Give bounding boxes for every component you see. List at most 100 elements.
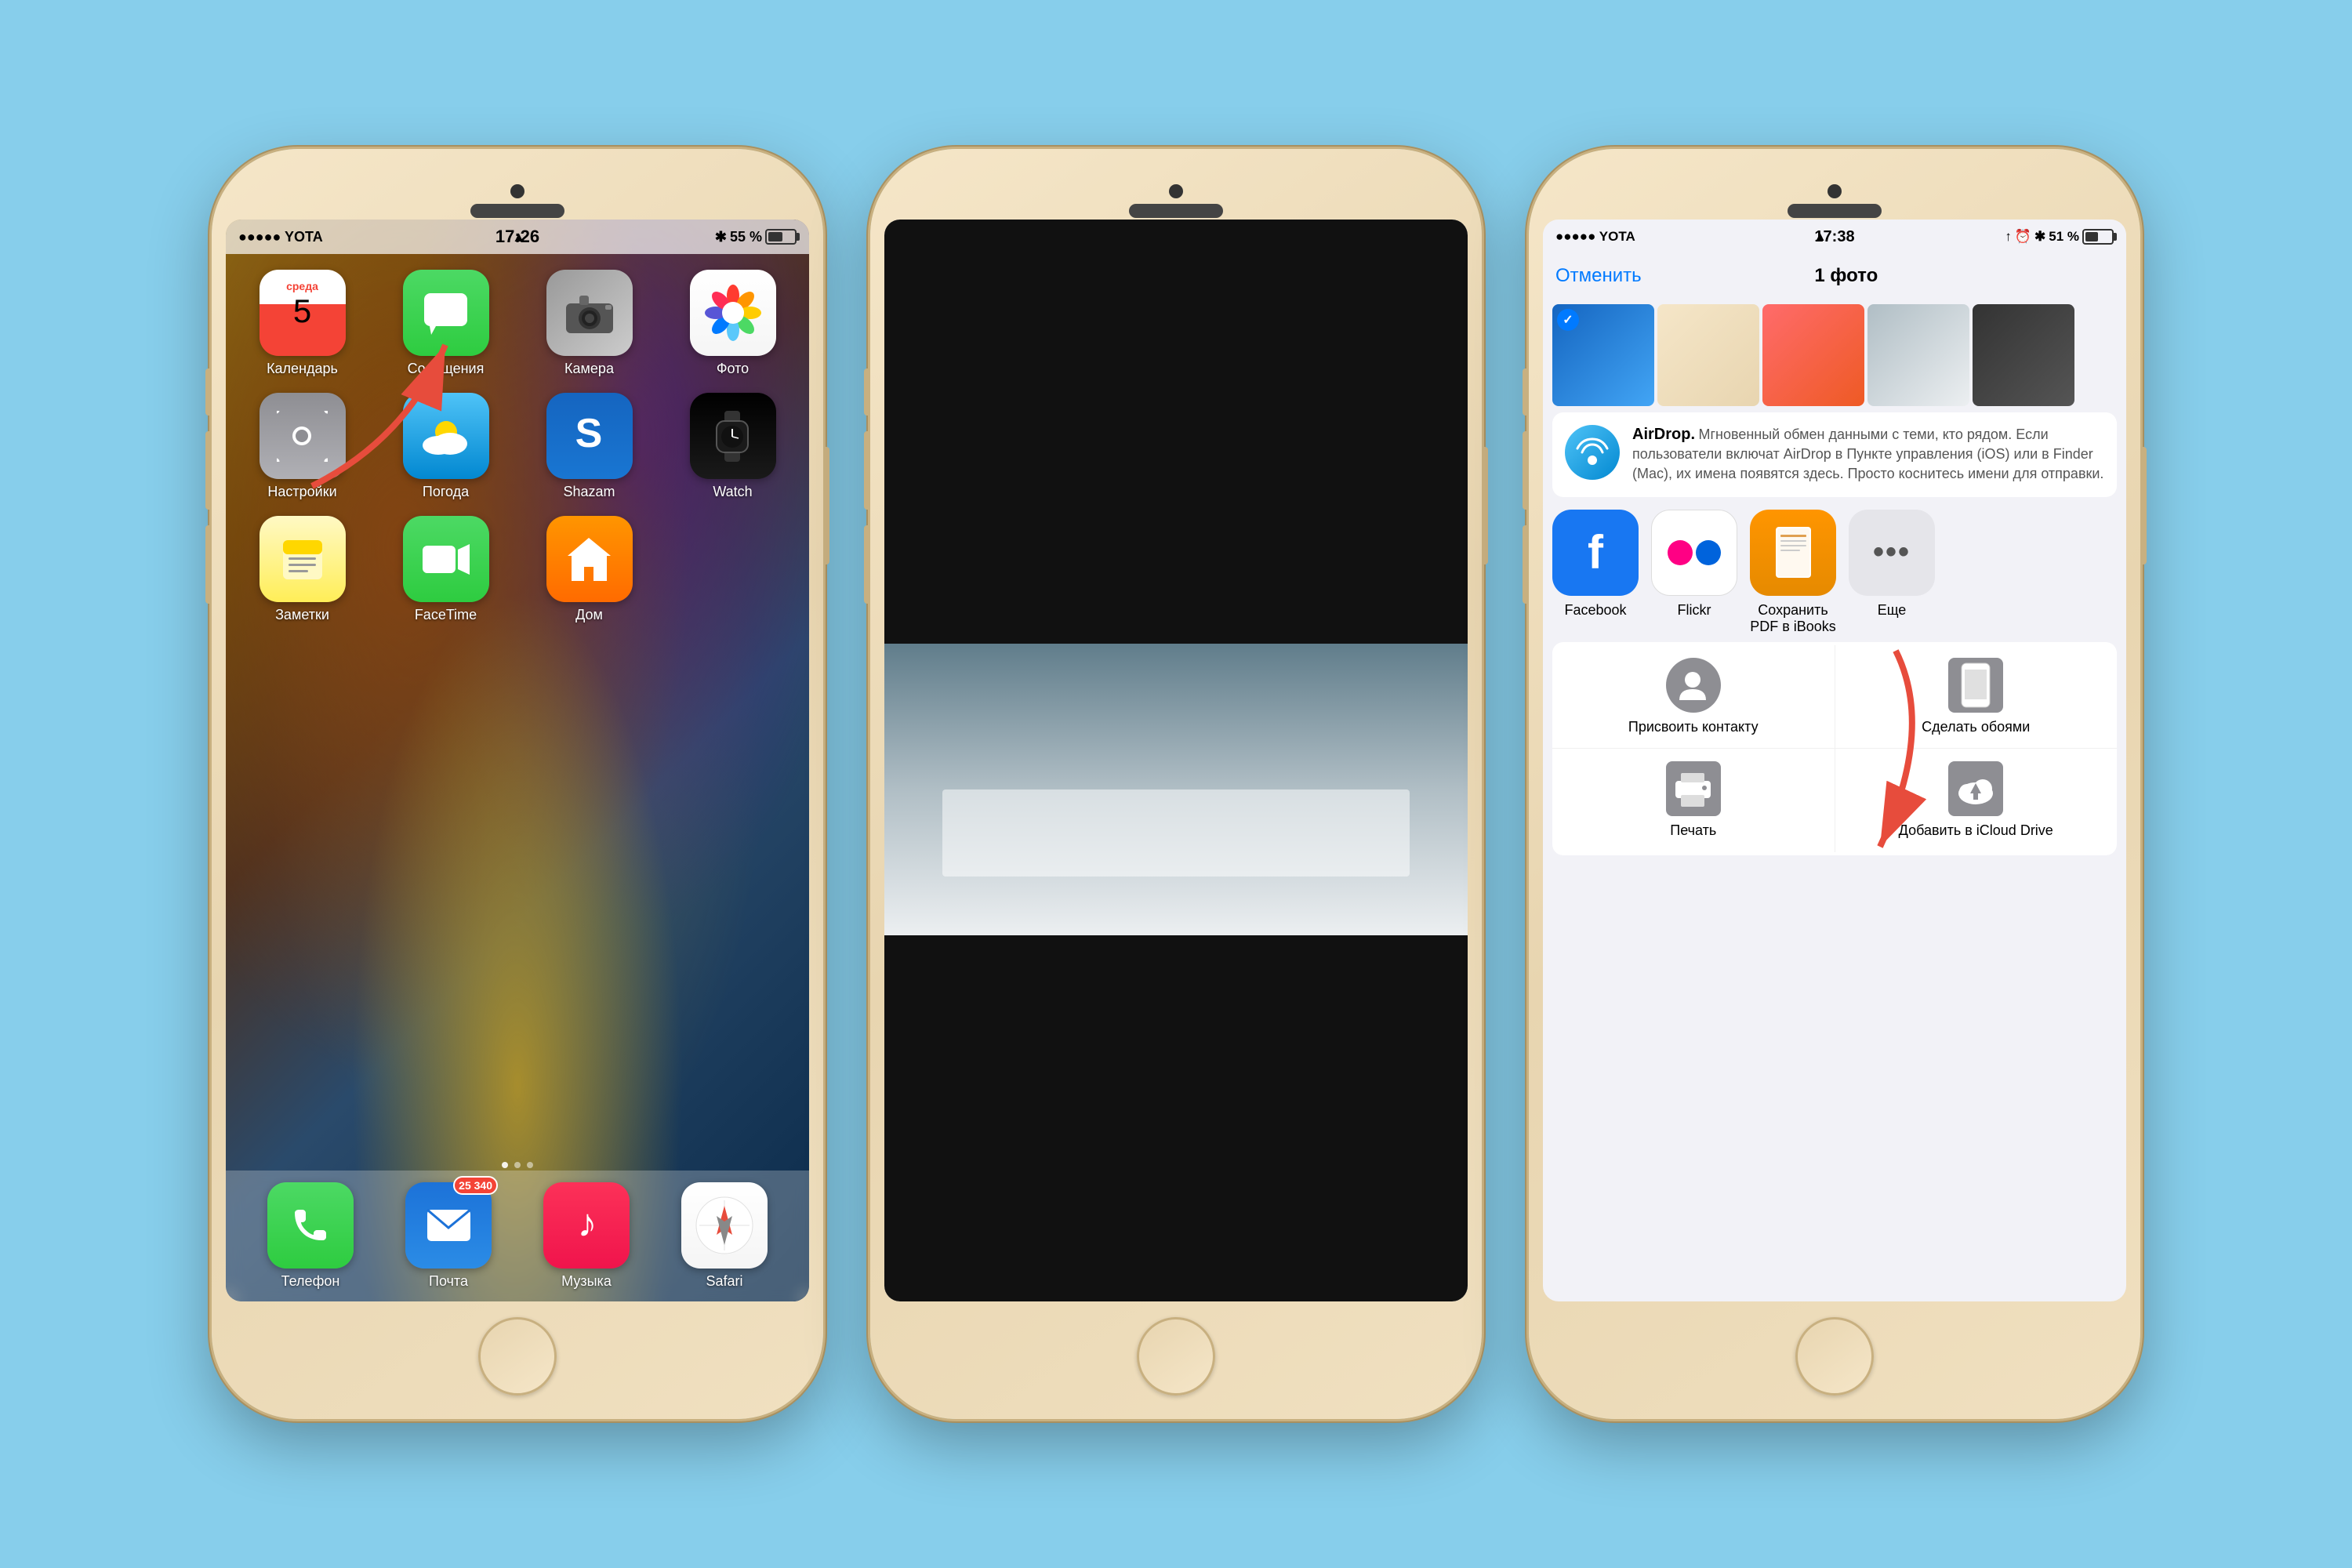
app-home[interactable]: Дом [525,516,653,623]
app-facetime[interactable]: FaceTime [382,516,510,623]
front-camera-3 [1828,184,1842,198]
wallpaper-label: Сделать обоями [1922,719,2030,736]
strip-photo-1[interactable]: ✓ [1552,304,1654,406]
bt-icon-3: ✱ [2034,229,2045,245]
dock-safari[interactable]: Safari [681,1182,768,1290]
strip-photo-4[interactable] [1867,304,1969,406]
app-camera[interactable]: Камера [525,270,653,377]
share-facebook[interactable]: f Facebook [1552,510,1639,636]
more-label: Еще [1878,602,1907,619]
photo-snow[interactable] [884,644,1468,935]
dock: Телефон 25 340 Почта [226,1171,809,1301]
page-dot-2 [514,1162,521,1168]
messages-label: Сообщения [408,361,485,377]
strip-photo-3[interactable] [1762,304,1864,406]
phone-3: ●●●●● YOTA ▲ 17:38 ↑ ⏰ ✱ 51 % Отменить 1… [1529,149,2140,1419]
facetime-icon [403,516,489,602]
home-button-2[interactable] [1137,1317,1215,1396]
assign-contact-icon [1666,658,1721,713]
flickr-icon [1651,510,1737,596]
messages-icon [403,270,489,356]
mute-button-2[interactable] [864,368,870,416]
mute-button[interactable] [205,368,212,416]
facetime-label: FaceTime [415,607,477,623]
mute-button-3[interactable] [1523,368,1529,416]
page-dot-3 [527,1162,533,1168]
watch-label: Watch [713,484,752,500]
location-icon-3: ↑ [2005,229,2012,245]
volume-up-button-3[interactable] [1523,431,1529,510]
volume-down-button-3[interactable] [1523,525,1529,604]
safari-icon [681,1182,768,1269]
svg-text:♪: ♪ [577,1202,597,1245]
phone-2: ●●●●● YOTA ▲ 17:28 ⏰ ✱ 55 % ‹ Назад [870,149,1482,1419]
app-weather[interactable]: Погода [382,393,510,500]
time-3: 17:38 [1814,228,1854,246]
status-bar-1: ●●●●● YOTA ▲ 17:26 ✱ 55 % [226,220,809,254]
app-watch[interactable]: Watch [669,393,797,500]
share-count: 1 фото [1814,265,1878,287]
notes-label: Заметки [275,607,329,623]
mail-icon [405,1182,492,1269]
calendar-date: 5 [293,292,311,330]
print-action[interactable]: Печать [1552,749,1835,852]
dock-mail[interactable]: 25 340 Почта [405,1182,492,1290]
facebook-label: Facebook [1564,602,1626,619]
app-notes[interactable]: Заметки [238,516,366,623]
watch-icon [690,393,776,479]
weather-icon [403,393,489,479]
assign-contact-label: Присвоить контакту [1628,719,1759,736]
photo-checkmark: ✓ [1557,309,1579,331]
home-button-1[interactable] [478,1317,557,1396]
front-camera-2 [1169,184,1183,198]
volume-up-button-2[interactable] [864,431,870,510]
app-photos[interactable]: Фото [669,270,797,377]
share-ibooks[interactable]: Сохранить PDF в iBooks [1750,510,1836,636]
volume-down-button[interactable] [205,525,212,604]
photo-phone-dark[interactable] [1080,396,1273,590]
power-button[interactable] [823,447,829,564]
strip-photo-5[interactable] [1973,304,2074,406]
power-button-2[interactable] [1482,447,1488,564]
photos-label: Фото [717,361,749,377]
phone-top [226,172,809,220]
battery-3: 51 % [2049,229,2079,245]
icloud-action[interactable]: Добавить в iCloud Drive [1835,749,2118,852]
airdrop-section: AirDrop. Мгновенный обмен данными с теми… [1552,412,2117,497]
volume-up-button[interactable] [205,431,212,510]
app-calendar[interactable]: среда 5 Календарь [238,270,366,377]
airdrop-title: AirDrop. [1632,426,1695,443]
wallpaper-action[interactable]: Сделать обоями [1835,645,2118,749]
wallpaper-icon [1948,658,2003,713]
phone-top-2 [884,172,1468,220]
camera-icon-app [546,270,633,356]
photos-app: ●●●●● YOTA ▲ 17:28 ⏰ ✱ 55 % ‹ Назад [884,220,1468,1301]
cancel-button[interactable]: Отменить [1555,265,1642,287]
calendar-label: Календарь [267,361,338,377]
share-more[interactable]: ••• Еще [1849,510,1935,636]
assign-contact-action[interactable]: Присвоить контакту [1552,645,1835,749]
volume-down-button-2[interactable] [864,525,870,604]
app-shazam[interactable]: S Shazam [525,393,653,500]
app-messages[interactable]: Сообщения [382,270,510,377]
time-display: 17:26 [495,227,539,247]
music-label: Музыка [561,1273,612,1290]
dock-phone[interactable]: Телефон [267,1182,354,1290]
airdrop-text-block: AirDrop. Мгновенный обмен данными с теми… [1632,425,2104,485]
settings-label: Настройки [267,484,336,500]
phone1-screen: ●●●●● YOTA ▲ 17:26 ✱ 55 % [226,220,809,1301]
home-button-3[interactable] [1795,1317,1874,1396]
calendar-day: среда [286,280,318,292]
power-button-3[interactable] [2140,447,2147,564]
page-dots [226,1162,809,1168]
page-dot-1 [502,1162,508,1168]
calendar-icon: среда 5 [260,270,346,356]
app-settings[interactable]: Настройки [238,393,366,500]
airdrop-icon [1565,425,1620,480]
home-app-label: Дом [575,607,603,623]
dock-music[interactable]: ♪ Музыка [543,1182,630,1290]
phone3-screen: ●●●●● YOTA ▲ 17:38 ↑ ⏰ ✱ 51 % Отменить 1… [1543,220,2126,1301]
strip-photo-2[interactable] [1657,304,1759,406]
share-flickr[interactable]: Flickr [1651,510,1737,636]
shazam-label: Shazam [563,484,615,500]
